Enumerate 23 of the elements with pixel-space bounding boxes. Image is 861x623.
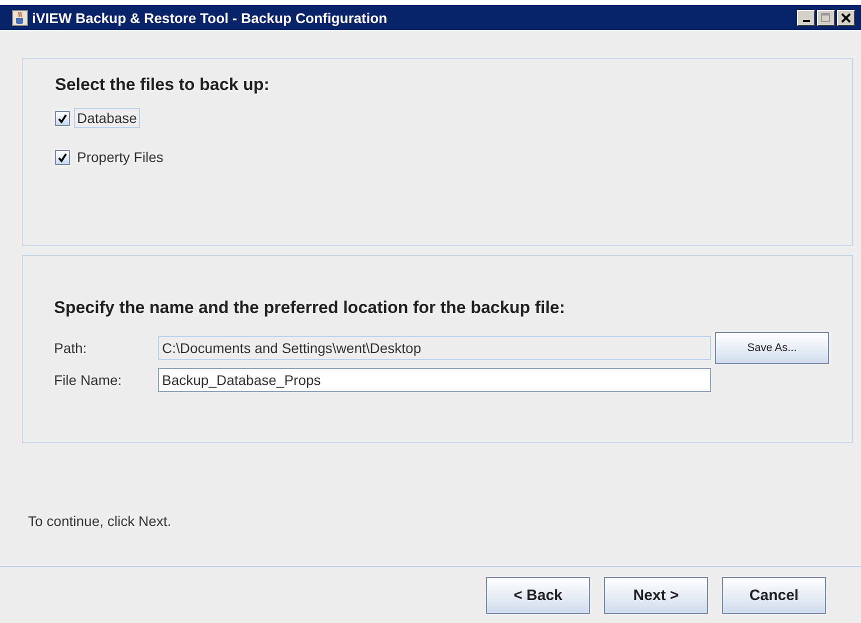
section-heading: Select the files to back up: [55,75,270,95]
check-mark-icon [57,112,68,124]
maximize-icon [821,12,831,22]
field-label: File Name: [54,372,123,388]
minimize-icon [802,20,810,22]
coffee-cup-icon [12,10,28,26]
checkbox-label[interactable]: Database [74,108,140,128]
field-label: Path: [54,340,88,356]
checkbox[interactable] [55,150,70,164]
minimize-button[interactable] [797,10,815,26]
section-heading: Specify the name and the preferred location for the backup file: [54,298,566,318]
wizard-button[interactable]: Next > [604,576,708,614]
wizard-button[interactable]: Cancel [722,576,826,614]
instruction-text: To continue, click Next. [28,513,172,529]
close-icon [841,12,851,22]
checkbox[interactable] [55,110,70,126]
window-title: iVIEW Backup & Restore Tool - Backup Configuration [32,10,388,26]
check-mark-icon [57,152,68,162]
close-button[interactable] [837,10,855,26]
wizard-button[interactable]: < Back [486,576,590,614]
input-field[interactable]: Backup_Database_Props [158,368,711,392]
checkbox-label[interactable]: Property Files [74,147,166,167]
maximize-button[interactable] [817,10,835,26]
